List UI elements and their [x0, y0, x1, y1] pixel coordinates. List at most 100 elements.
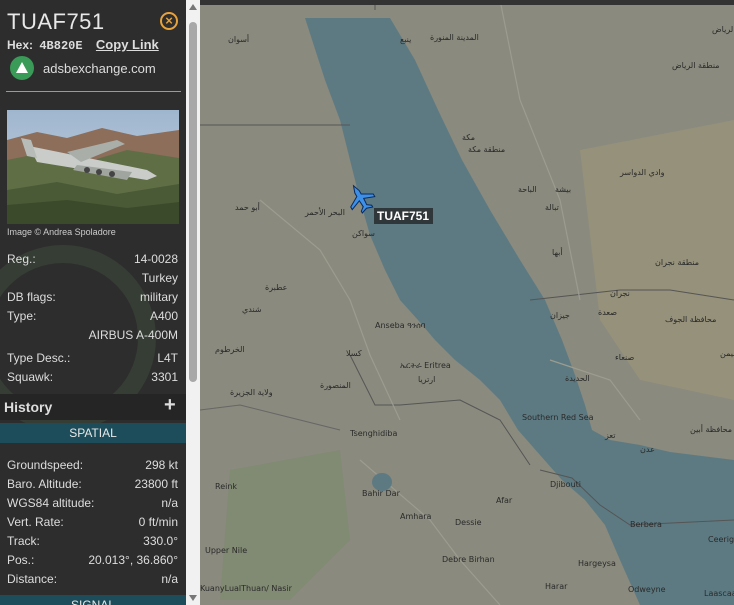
sidebar-scrollbar[interactable] [186, 0, 200, 605]
aircraft-map-label[interactable]: TUAF751 [377, 209, 429, 223]
detail-value: A400 [149, 309, 178, 323]
detail-row-squawk: Squawk: 3301 [7, 370, 178, 384]
spatial-row-track: Track: 330.0° [7, 534, 178, 548]
signal-section-header[interactable]: SIGNAL [0, 595, 186, 605]
source-link-text[interactable]: adsbexchange.com [43, 61, 156, 76]
aircraft-info-panel: TUAF751 × Hex: 4B820E Copy Link adsbexch… [0, 0, 186, 605]
map-place-label: تعز [604, 431, 616, 440]
detail-label: Type Desc.: [7, 351, 71, 365]
map-place-label: KuanyLualThuan/ Nasir [200, 584, 293, 593]
detail-label: Squawk: [7, 370, 54, 384]
source-link[interactable]: adsbexchange.com [10, 56, 156, 80]
detail-label: Reg.: [7, 252, 36, 266]
history-label: History [4, 399, 53, 415]
scrollbar-thumb[interactable] [189, 22, 197, 382]
map-place-label: Tsenghidiba [349, 429, 397, 438]
photo-credit: Image © Andrea Spoladore [7, 227, 116, 237]
map-place-label: محافظة أبين [690, 424, 732, 434]
map-place-label: ولاية الجزيرة [230, 388, 273, 397]
detail-value: military [140, 290, 178, 304]
spatial-label: Groundspeed: [7, 458, 84, 472]
map-place-label: محافظة الجوف [665, 315, 716, 324]
spatial-value: 298 kt [145, 458, 178, 472]
map-place-label: Amhara [400, 512, 432, 521]
map-place-label: منطقة مكة [468, 145, 505, 154]
divider [6, 91, 181, 92]
map-place-label: تبالة [545, 203, 559, 212]
map-place-label: بيشة [555, 185, 571, 194]
map-place-label: البحر الأحمر [304, 207, 345, 217]
spatial-value: n/a [161, 572, 178, 586]
detail-label: Type: [7, 309, 37, 323]
scroll-down-arrow-icon[interactable] [189, 595, 197, 601]
spatial-value: 23800 ft [134, 477, 178, 491]
spatial-row-position: Pos.: 20.013°, 36.860° [7, 553, 178, 567]
detail-value: L4T [157, 351, 178, 365]
detail-label: DB flags: [7, 290, 56, 304]
close-icon[interactable]: × [160, 12, 178, 30]
detail-value: 14-0028 [133, 252, 178, 266]
spatial-row-vert-rate: Vert. Rate: 0 ft/min [7, 515, 178, 529]
history-header[interactable]: History + [0, 394, 186, 420]
detail-row-reg: Reg.: 14-0028 [7, 252, 178, 266]
map-place-label: المنصورة [320, 381, 351, 390]
map-place-label: Harar [545, 582, 568, 591]
map-place-label: اليمن [720, 349, 734, 358]
map-place-label: شندي [242, 305, 262, 314]
map-place-label: المدينة المنورة [430, 33, 479, 42]
spatial-label: Distance: [7, 572, 58, 586]
spatial-section-header[interactable]: SPATIAL [0, 423, 186, 443]
map-place-label: Anseba ዓንሰባ [375, 321, 426, 330]
detail-row-country: Turkey [7, 271, 178, 285]
spatial-label: WGS84 altitude: [7, 496, 95, 510]
map-place-label: جيزان [550, 311, 570, 320]
spatial-row-distance: Distance: n/a [7, 572, 178, 586]
map-top-edge [200, 0, 734, 5]
map-place-label: نجران [610, 289, 630, 298]
map-place-label: منطقة نجران [655, 258, 699, 267]
map-place-label: صنعاء [615, 353, 634, 362]
map-place-label: Upper Nile [205, 546, 247, 555]
map-place-label: مكة [462, 133, 475, 142]
map-place-label: عطبرة [265, 283, 287, 292]
map-place-label: سواكن [352, 229, 375, 238]
map-place-label: Berbera [630, 520, 662, 529]
detail-value: AIRBUS A-400M [88, 328, 178, 342]
map-place-label: ينبع [400, 35, 411, 44]
hex-row: Hex: 4B820E Copy Link [7, 37, 159, 53]
map-place-label: صعدة [598, 308, 617, 317]
scroll-up-arrow-icon[interactable] [189, 4, 197, 10]
detail-value: Turkey [141, 271, 178, 285]
copy-link-button[interactable]: Copy Link [96, 37, 159, 52]
spatial-label: Vert. Rate: [7, 515, 64, 529]
expand-plus-icon[interactable]: + [164, 394, 176, 417]
map-place-label: أسوان [228, 34, 249, 44]
spatial-row-groundspeed: Groundspeed: 298 kt [7, 458, 178, 472]
spatial-label: Pos.: [7, 553, 35, 567]
detail-row-typename: AIRBUS A-400M [7, 328, 178, 342]
map-place-label: Djibouti [550, 480, 581, 489]
map-place-label: ارتريا [418, 375, 435, 384]
map-place-label: Afar [496, 496, 513, 505]
callsign-title: TUAF751 [7, 9, 105, 34]
map-place-label: عدن [640, 445, 655, 454]
spatial-value: 20.013°, 36.860° [88, 553, 178, 567]
spatial-value: 330.0° [143, 534, 178, 548]
map-place-label: الخرطوم [215, 345, 245, 354]
aircraft-photo[interactable] [7, 110, 179, 224]
map-place-label: Reink [215, 482, 237, 491]
hex-value: 4B820E [39, 39, 83, 53]
map-view[interactable]: الرياض المدينة المنورة ينبع أسوان منطقة الري… [200, 0, 734, 605]
map-place-label: منطقة الرياض [672, 61, 720, 70]
spatial-row-wgs84-altitude: WGS84 altitude: n/a [7, 496, 178, 510]
spatial-row-baro-altitude: Baro. Altitude: 23800 ft [7, 477, 178, 491]
map-place-label: أبها [552, 247, 563, 257]
spatial-value: n/a [161, 496, 178, 510]
map-place-label: وادي الدواسر [619, 168, 665, 177]
map-place-label: Odweyne [628, 585, 666, 594]
map-place-label: Hargeysa [578, 559, 616, 568]
map-place-label: كسلا [346, 349, 362, 358]
map-place-label: Southern Red Sea [522, 413, 594, 422]
detail-row-type: Type: A400 [7, 309, 178, 323]
map-place-label: ኤርትራ Eritrea [400, 361, 451, 370]
